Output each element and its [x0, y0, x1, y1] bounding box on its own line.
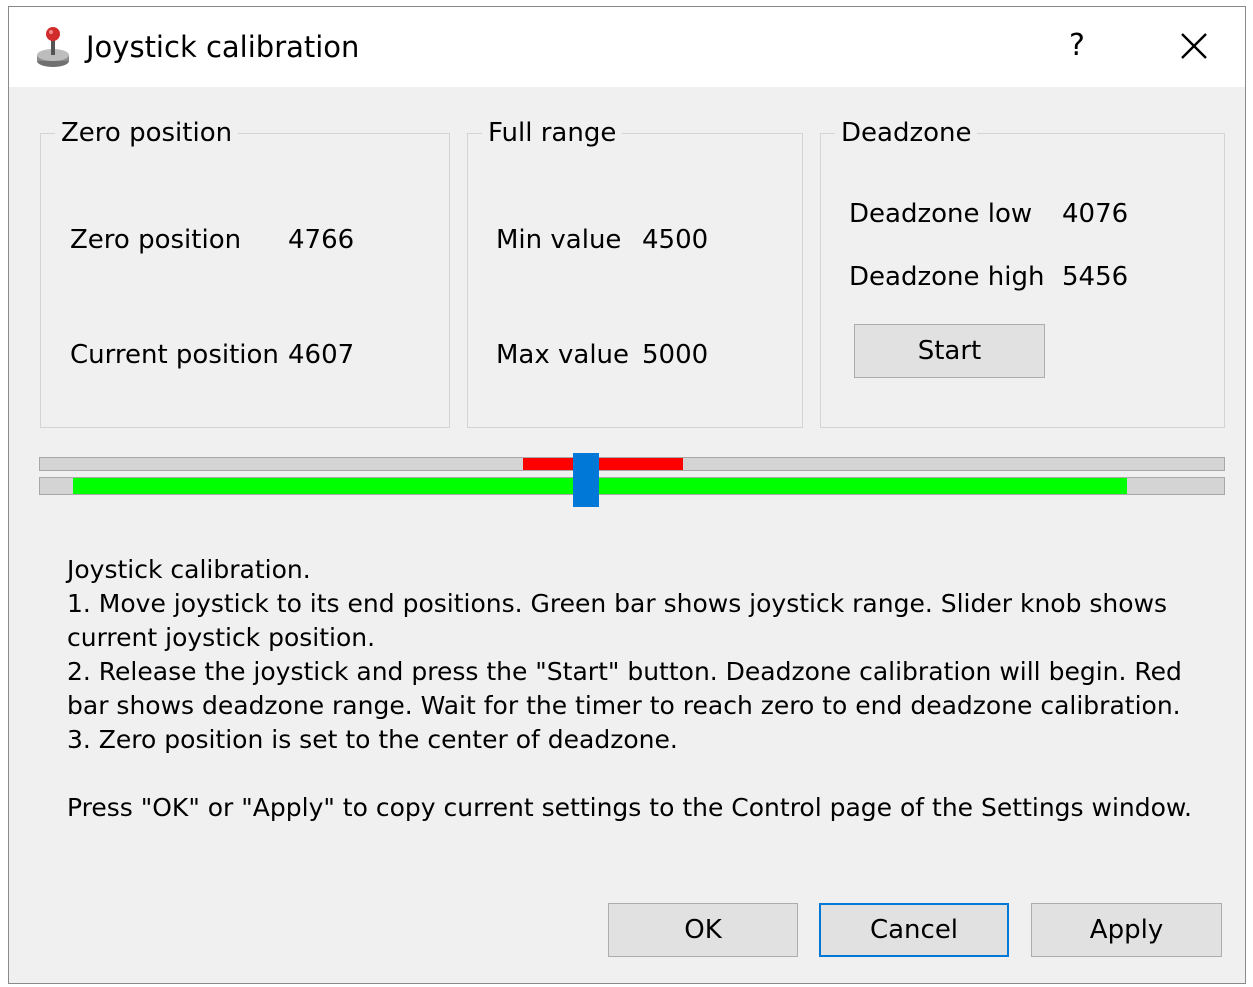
- help-line: 2. Release the joystick and press the "S…: [67, 657, 1182, 720]
- deadzone-group: Deadzone Deadzone low 4076 Deadzone high…: [820, 117, 1225, 428]
- joystick-icon: [37, 27, 69, 67]
- cancel-button[interactable]: Cancel: [819, 903, 1009, 957]
- window-title: Joystick calibration: [86, 30, 360, 64]
- slider-knob[interactable]: [572, 453, 599, 507]
- deadzone-low-value: 4076: [1062, 199, 1129, 229]
- max-value-label: Max value: [496, 340, 630, 370]
- current-position-value: 4607: [288, 340, 355, 370]
- help-footer: Press "OK" or "Apply" to copy current se…: [67, 793, 1192, 822]
- full-range-group-title: Full range: [482, 117, 623, 149]
- title-bar: Joystick calibration ?: [9, 7, 1245, 87]
- apply-button[interactable]: Apply: [1031, 903, 1222, 957]
- help-line: 1. Move joystick to its end positions. G…: [67, 589, 1168, 652]
- max-value: 5000: [642, 340, 709, 370]
- deadzone-high-label: Deadzone high: [849, 262, 1045, 292]
- calibration-slider[interactable]: [39, 453, 1225, 507]
- help-button[interactable]: ?: [1055, 21, 1099, 71]
- deadzone-low-label: Deadzone low: [849, 199, 1033, 229]
- current-position-label: Current position: [70, 340, 279, 370]
- deadzone-high-value: 5456: [1062, 262, 1129, 292]
- help-line: 3. Zero position is set to the center of…: [67, 725, 678, 754]
- help-text: Joystick calibration. 1. Move joystick t…: [67, 553, 1217, 825]
- full-range-group: Full range Min value 4500 Max value 5000: [467, 117, 803, 428]
- ok-button[interactable]: OK: [608, 903, 798, 957]
- min-value-label: Min value: [496, 225, 622, 255]
- close-icon[interactable]: [1169, 21, 1219, 71]
- zero-position-value: 4766: [288, 225, 355, 255]
- help-line: Joystick calibration.: [67, 555, 311, 584]
- zero-position-group: Zero position Zero position 4766 Current…: [40, 117, 450, 428]
- min-value: 4500: [642, 225, 709, 255]
- range-bar: [73, 478, 1127, 494]
- zero-position-group-title: Zero position: [55, 117, 239, 149]
- zero-position-label: Zero position: [70, 225, 242, 255]
- deadzone-group-title: Deadzone: [835, 117, 978, 149]
- calibration-dialog: Joystick calibration ? Zero position Zer…: [8, 6, 1246, 984]
- deadzone-bar: [522, 458, 683, 470]
- start-button[interactable]: Start: [854, 324, 1045, 378]
